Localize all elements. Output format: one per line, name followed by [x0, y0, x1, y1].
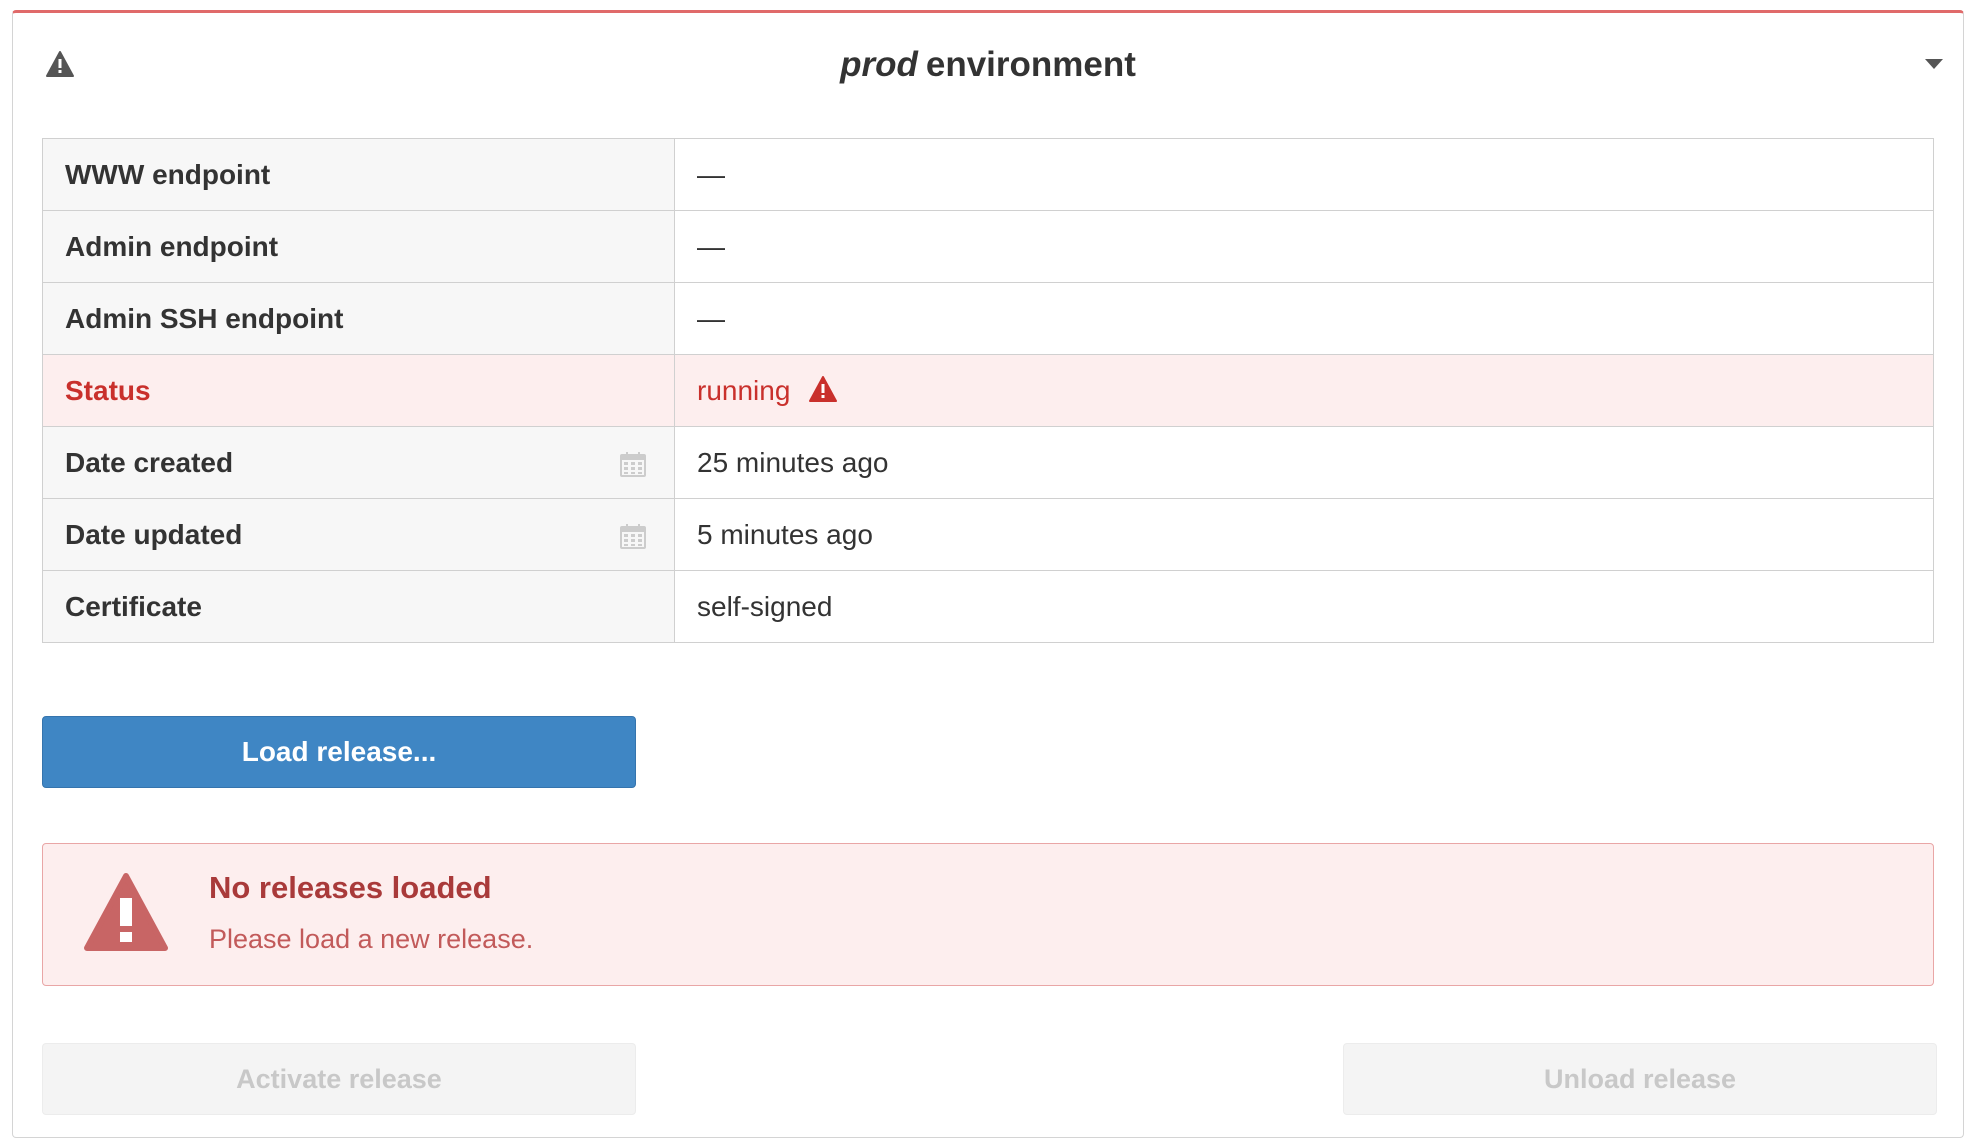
environment-name: prod [840, 45, 918, 84]
panel-header[interactable]: prod environment [13, 13, 1963, 113]
row-value: — [674, 138, 1934, 211]
alert-warning-icon [84, 873, 168, 951]
activate-release-button[interactable]: Activate release [42, 1043, 636, 1115]
row-label-cell: Date created [42, 426, 675, 499]
row-label-cell: Date updated [42, 498, 675, 571]
panel-title: prod environment [13, 43, 1963, 87]
status-value-cell: running [674, 354, 1934, 427]
status-value: running [697, 374, 791, 406]
no-releases-alert: No releases loaded Please load a new rel… [42, 843, 1934, 986]
calendar-icon[interactable] [620, 451, 646, 477]
status-label: Status [42, 354, 675, 427]
table-row: WWW endpoint — [42, 138, 1934, 211]
load-release-button[interactable]: Load release... [42, 716, 636, 788]
row-value: 25 minutes ago [674, 426, 1934, 499]
table-row: Admin endpoint — [42, 210, 1934, 283]
row-label: Admin endpoint [42, 210, 675, 283]
environment-suffix: environment [925, 45, 1136, 84]
row-label: Date updated [65, 518, 243, 550]
status-row: Status running [42, 354, 1934, 427]
alert-title: No releases loaded [209, 870, 492, 905]
row-label: Certificate [42, 570, 675, 643]
status-warning-icon[interactable] [808, 375, 838, 403]
row-value: — [674, 282, 1934, 355]
alert-message: Please load a new release. [209, 924, 534, 954]
table-row: Admin SSH endpoint — [42, 282, 1934, 355]
unload-release-button[interactable]: Unload release [1343, 1043, 1937, 1115]
row-label: WWW endpoint [42, 138, 675, 211]
environment-details-table: WWW endpoint — Admin endpoint — Admin SS… [42, 138, 1934, 643]
environment-panel: prod environment WWW endpoint — Admin end… [12, 10, 1964, 1138]
row-value: — [674, 210, 1934, 283]
table-row: Certificate self-signed [42, 570, 1934, 643]
caret-down-icon[interactable] [1925, 59, 1943, 69]
table-row: Date created 25 minutes ago [42, 426, 1934, 499]
table-row: Date updated 5 minutes ago [42, 498, 1934, 571]
row-label: Admin SSH endpoint [42, 282, 675, 355]
row-label: Date created [65, 446, 234, 478]
calendar-icon[interactable] [620, 523, 646, 549]
row-value: 5 minutes ago [674, 498, 1934, 571]
row-value: self-signed [674, 570, 1934, 643]
